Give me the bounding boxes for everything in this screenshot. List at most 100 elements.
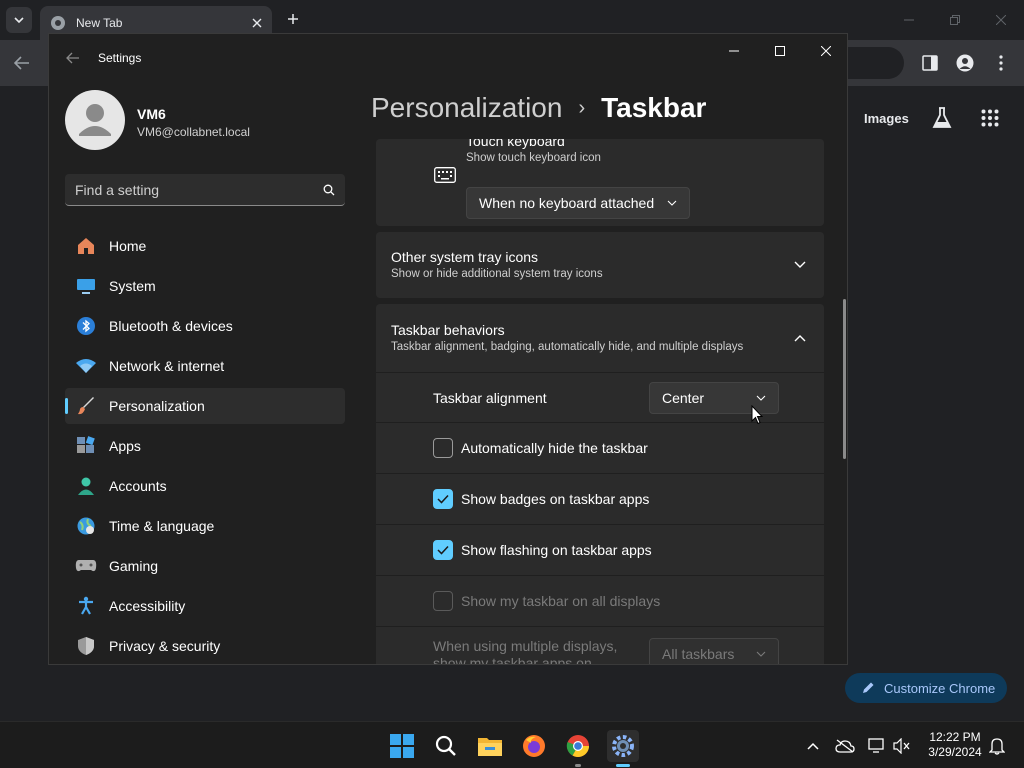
apps-grid-icon[interactable]: [981, 109, 999, 127]
sidebar-item-gaming[interactable]: Gaming: [65, 548, 345, 584]
show-flashing-checkbox[interactable]: [433, 540, 453, 560]
search-box[interactable]: [65, 174, 345, 206]
close-button[interactable]: [803, 36, 847, 66]
maximize-button[interactable]: [757, 36, 803, 66]
search-icon: [435, 735, 456, 756]
chevron-down-icon: [794, 261, 806, 268]
chevron-down-icon: [756, 395, 766, 401]
profile-email: VM6@collabnet.local: [137, 125, 250, 139]
folder-icon: [478, 738, 502, 756]
clock[interactable]: 12:22 PM 3/29/2024: [920, 730, 990, 760]
auto-hide-label: Automatically hide the taskbar: [461, 440, 648, 456]
close-icon[interactable]: [252, 18, 262, 28]
gamepad-icon: [75, 555, 97, 577]
all-displays-checkbox: [433, 591, 453, 611]
sidebar-item-bluetooth[interactable]: Bluetooth & devices: [65, 308, 345, 344]
minimize-button[interactable]: [711, 36, 757, 66]
labs-flask-icon[interactable]: [932, 107, 952, 129]
chrome-button[interactable]: [563, 731, 593, 767]
multi-display-label: When using multiple displays, show my ta…: [433, 638, 618, 665]
notifications-button[interactable]: [987, 736, 1007, 756]
multi-display-row: When using multiple displays, show my ta…: [376, 626, 824, 665]
apps-icon: [75, 435, 97, 457]
sidebar-item-network[interactable]: Network & internet: [65, 348, 345, 384]
customize-chrome-button[interactable]: Customize Chrome: [845, 673, 1007, 703]
file-explorer-button[interactable]: [475, 731, 505, 761]
show-badges-checkbox[interactable]: [433, 489, 453, 509]
chevron-down-icon: [14, 17, 24, 24]
customize-chrome-label: Customize Chrome: [884, 680, 996, 696]
tray-overflow-button[interactable]: [803, 736, 823, 756]
back-arrow-icon[interactable]: [14, 56, 30, 70]
sidebar-item-apps[interactable]: Apps: [65, 428, 345, 464]
other-tray-icons-card[interactable]: Other system tray icons Show or hide add…: [376, 232, 824, 298]
side-panel-icon[interactable]: [922, 55, 938, 71]
collapse-button[interactable]: [790, 328, 810, 348]
sidebar-item-accounts[interactable]: Accounts: [65, 468, 345, 504]
sidebar-item-label: Apps: [109, 438, 141, 454]
images-link[interactable]: Images: [864, 111, 909, 126]
user-avatar-icon: [79, 104, 111, 136]
sidebar-item-home[interactable]: Home: [65, 228, 345, 264]
search-icon: [323, 184, 335, 195]
onedrive-button[interactable]: [835, 736, 855, 756]
sidebar-item-label: Time & language: [109, 518, 215, 534]
globe-clock-icon: [75, 515, 97, 537]
clock-date: 3/29/2024: [928, 745, 982, 759]
minimize-icon: [904, 19, 914, 21]
chrome-minimize-button[interactable]: [886, 0, 932, 40]
checkmark-icon: [437, 494, 449, 504]
back-button[interactable]: [63, 48, 83, 68]
back-arrow-icon: [66, 52, 79, 64]
expand-button[interactable]: [790, 255, 810, 275]
chrome-close-button[interactable]: [978, 0, 1024, 40]
start-button[interactable]: [387, 731, 417, 761]
taskbar-behaviors-card[interactable]: Taskbar behaviors Taskbar alignment, bad…: [376, 304, 824, 372]
profile-name: VM6: [137, 106, 166, 122]
breadcrumb-parent[interactable]: Personalization: [371, 92, 562, 124]
sidebar-item-personalization[interactable]: Personalization: [65, 388, 345, 424]
auto-hide-row[interactable]: Automatically hide the taskbar: [376, 422, 824, 473]
keyboard-icon: [434, 167, 456, 183]
search-input[interactable]: [75, 181, 323, 198]
sidebar-item-time-language[interactable]: Time & language: [65, 508, 345, 544]
sidebar-item-system[interactable]: System: [65, 268, 345, 304]
restore-icon: [950, 15, 960, 25]
firefox-button[interactable]: [519, 731, 549, 761]
tab-search-button[interactable]: [6, 7, 32, 33]
pencil-icon: [863, 682, 874, 693]
taskbar-alignment-value: Center: [662, 390, 705, 406]
monitor-icon: [75, 275, 97, 297]
avatar[interactable]: [65, 90, 125, 150]
chrome-restore-button[interactable]: [932, 0, 978, 40]
mouse-cursor-icon: [751, 405, 763, 425]
show-badges-row[interactable]: Show badges on taskbar apps: [376, 473, 824, 524]
omnibox[interactable]: [840, 47, 904, 79]
taskbar-search-button[interactable]: [431, 731, 461, 761]
other-tray-subtitle: Show or hide additional system tray icon…: [391, 268, 603, 280]
show-flashing-row[interactable]: Show flashing on taskbar apps: [376, 524, 824, 575]
new-tab-button[interactable]: [282, 8, 304, 30]
other-tray-title: Other system tray icons: [391, 249, 539, 265]
auto-hide-checkbox[interactable]: [433, 438, 453, 458]
show-badges-label: Show badges on taskbar apps: [461, 491, 650, 507]
chevron-down-icon: [756, 651, 766, 657]
more-menu-icon[interactable]: [998, 55, 1004, 71]
sidebar-item-accessibility[interactable]: Accessibility: [65, 588, 345, 624]
network-button[interactable]: [867, 736, 887, 756]
close-icon: [821, 46, 831, 56]
settings-taskbar-button[interactable]: [607, 730, 639, 767]
touch-keyboard-subtitle: Show touch keyboard icon: [466, 152, 601, 164]
volume-button[interactable]: [892, 736, 912, 756]
breadcrumb: Personalization › Taskbar: [371, 92, 706, 124]
speaker-muted-icon: [893, 738, 910, 754]
sidebar-item-privacy-security[interactable]: Privacy & security: [65, 628, 345, 664]
touch-keyboard-dropdown[interactable]: When no keyboard attached: [466, 187, 690, 219]
profile-icon[interactable]: [956, 54, 974, 72]
all-displays-label: Show my taskbar on all displays: [461, 593, 661, 609]
running-indicator: [575, 764, 581, 767]
sidebar-item-label: Privacy & security: [109, 638, 221, 654]
taskbar-behaviors-subtitle: Taskbar alignment, badging, automaticall…: [391, 341, 744, 353]
content-scrollbar[interactable]: [843, 299, 846, 459]
sidebar-item-label: Home: [109, 238, 147, 254]
